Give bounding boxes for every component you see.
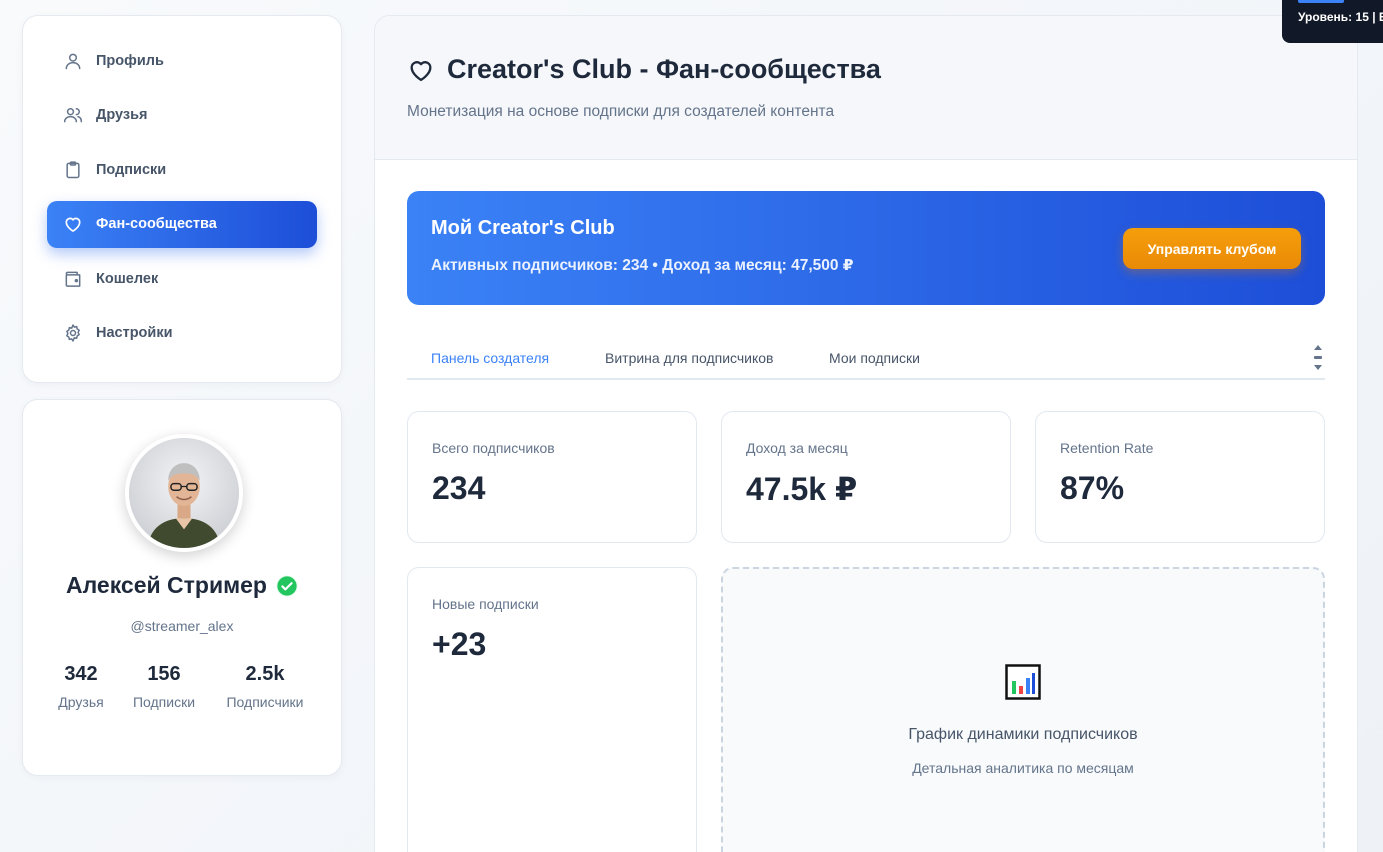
chart-placeholder: График динамики подписчиков Детальная ан… — [721, 567, 1325, 852]
stat-card-new-subscriptions: Новые подписки +23 — [407, 567, 697, 852]
stat-card-value: 47.5k ₽ — [746, 471, 858, 507]
club-banner: Мой Creator's Club Активных подписчиков:… — [407, 191, 1325, 305]
stat-card-total-subscribers: Всего подписчиков 234 — [407, 411, 697, 543]
sidebar-item-label: Подписки — [96, 161, 167, 178]
stat-card-monthly-income: Доход за месяц 47.5k ₽ — [721, 411, 1011, 543]
stat-card-label: Новые подписки — [432, 596, 539, 612]
profile-handle: @streamer_alex — [130, 618, 234, 634]
sidebar-item-settings[interactable]: Настройки — [47, 310, 317, 357]
profile-name-row: Алексей Стример — [23, 572, 341, 599]
sidebar-item-friends[interactable]: Друзья — [47, 92, 317, 139]
gear-icon — [63, 323, 83, 343]
title-row: Creator's Club - Фан-сообщества — [407, 54, 1325, 85]
sidebar-item-subscriptions[interactable]: Подписки — [47, 146, 317, 193]
manage-club-button[interactable]: Управлять клубом — [1123, 228, 1301, 269]
sidebar-item-label: Профиль — [96, 52, 164, 69]
page-subtitle: Монетизация на основе подписки для созда… — [407, 103, 835, 120]
tab-my-subscriptions[interactable]: Мои подписки — [829, 350, 920, 366]
chart-placeholder-subtitle: Детальная аналитика по месяцам — [912, 760, 1134, 776]
stat-card-label: Доход за месяц — [746, 440, 848, 456]
sidebar-item-label: Друзья — [96, 107, 148, 123]
heart-icon — [407, 56, 435, 84]
tab-creator-panel[interactable]: Панель создателя — [431, 350, 549, 366]
main-panel: Creator's Club - Фан-сообщества Монетиза… — [374, 15, 1358, 852]
stat-subscribers[interactable]: 2.5k Подписчики — [215, 663, 315, 710]
toast-text: Уровень: 15 | Ба — [1298, 10, 1383, 24]
sidebar-item-wallet[interactable]: Кошелек — [47, 255, 317, 302]
heart-icon — [63, 214, 83, 234]
stat-label: Подписчики — [226, 694, 304, 710]
bar-chart-icon — [1005, 664, 1041, 700]
stat-card-value: 234 — [432, 470, 486, 506]
sidebar-nav: Профиль Друзья Подписки Фан-сообщества К… — [22, 15, 342, 383]
stat-label: Подписки — [132, 694, 196, 710]
stat-subscriptions[interactable]: 156 Подписки — [114, 663, 214, 710]
page-header: Creator's Club - Фан-сообщества Монетиза… — [375, 16, 1357, 160]
clipboard-icon — [63, 160, 83, 180]
stat-card-label: Retention Rate — [1060, 440, 1154, 456]
wallet-icon — [63, 269, 83, 289]
toast-progress-bar — [1298, 0, 1344, 3]
avatar[interactable] — [125, 434, 243, 552]
stat-card-retention-rate: Retention Rate 87% — [1035, 411, 1325, 543]
verified-icon — [276, 574, 298, 597]
users-icon — [63, 105, 83, 125]
user-icon — [63, 51, 83, 71]
stat-value: 156 — [147, 663, 181, 685]
tab-scroll-arrows-icon[interactable] — [1311, 342, 1325, 374]
sidebar-item-label: Настройки — [96, 325, 173, 341]
chart-placeholder-title: График динамики подписчиков — [908, 726, 1138, 743]
stat-card-value: +23 — [432, 626, 487, 662]
stat-card-label: Всего подписчиков — [432, 440, 555, 456]
profile-card: Алексей Стример @streamer_alex 342 Друзь… — [22, 399, 342, 776]
tab-subscriber-showcase[interactable]: Витрина для подписчиков — [605, 350, 774, 366]
sidebar-item-label: Кошелек — [96, 270, 159, 287]
tab-bar: Панель создателя Витрина для подписчиков… — [407, 338, 1325, 380]
level-toast: Уровень: 15 | Ба — [1282, 0, 1383, 43]
sidebar-item-profile[interactable]: Профиль — [47, 37, 317, 84]
sidebar-item-label: Фан-сообщества — [96, 216, 217, 232]
profile-name: Алексей Стример — [66, 572, 267, 598]
page-title: Creator's Club - Фан-сообщества — [447, 54, 881, 84]
stat-value: 2.5k — [245, 663, 285, 685]
stat-card-value: 87% — [1060, 470, 1125, 506]
sidebar-item-fan-communities[interactable]: Фан-сообщества — [47, 200, 317, 248]
